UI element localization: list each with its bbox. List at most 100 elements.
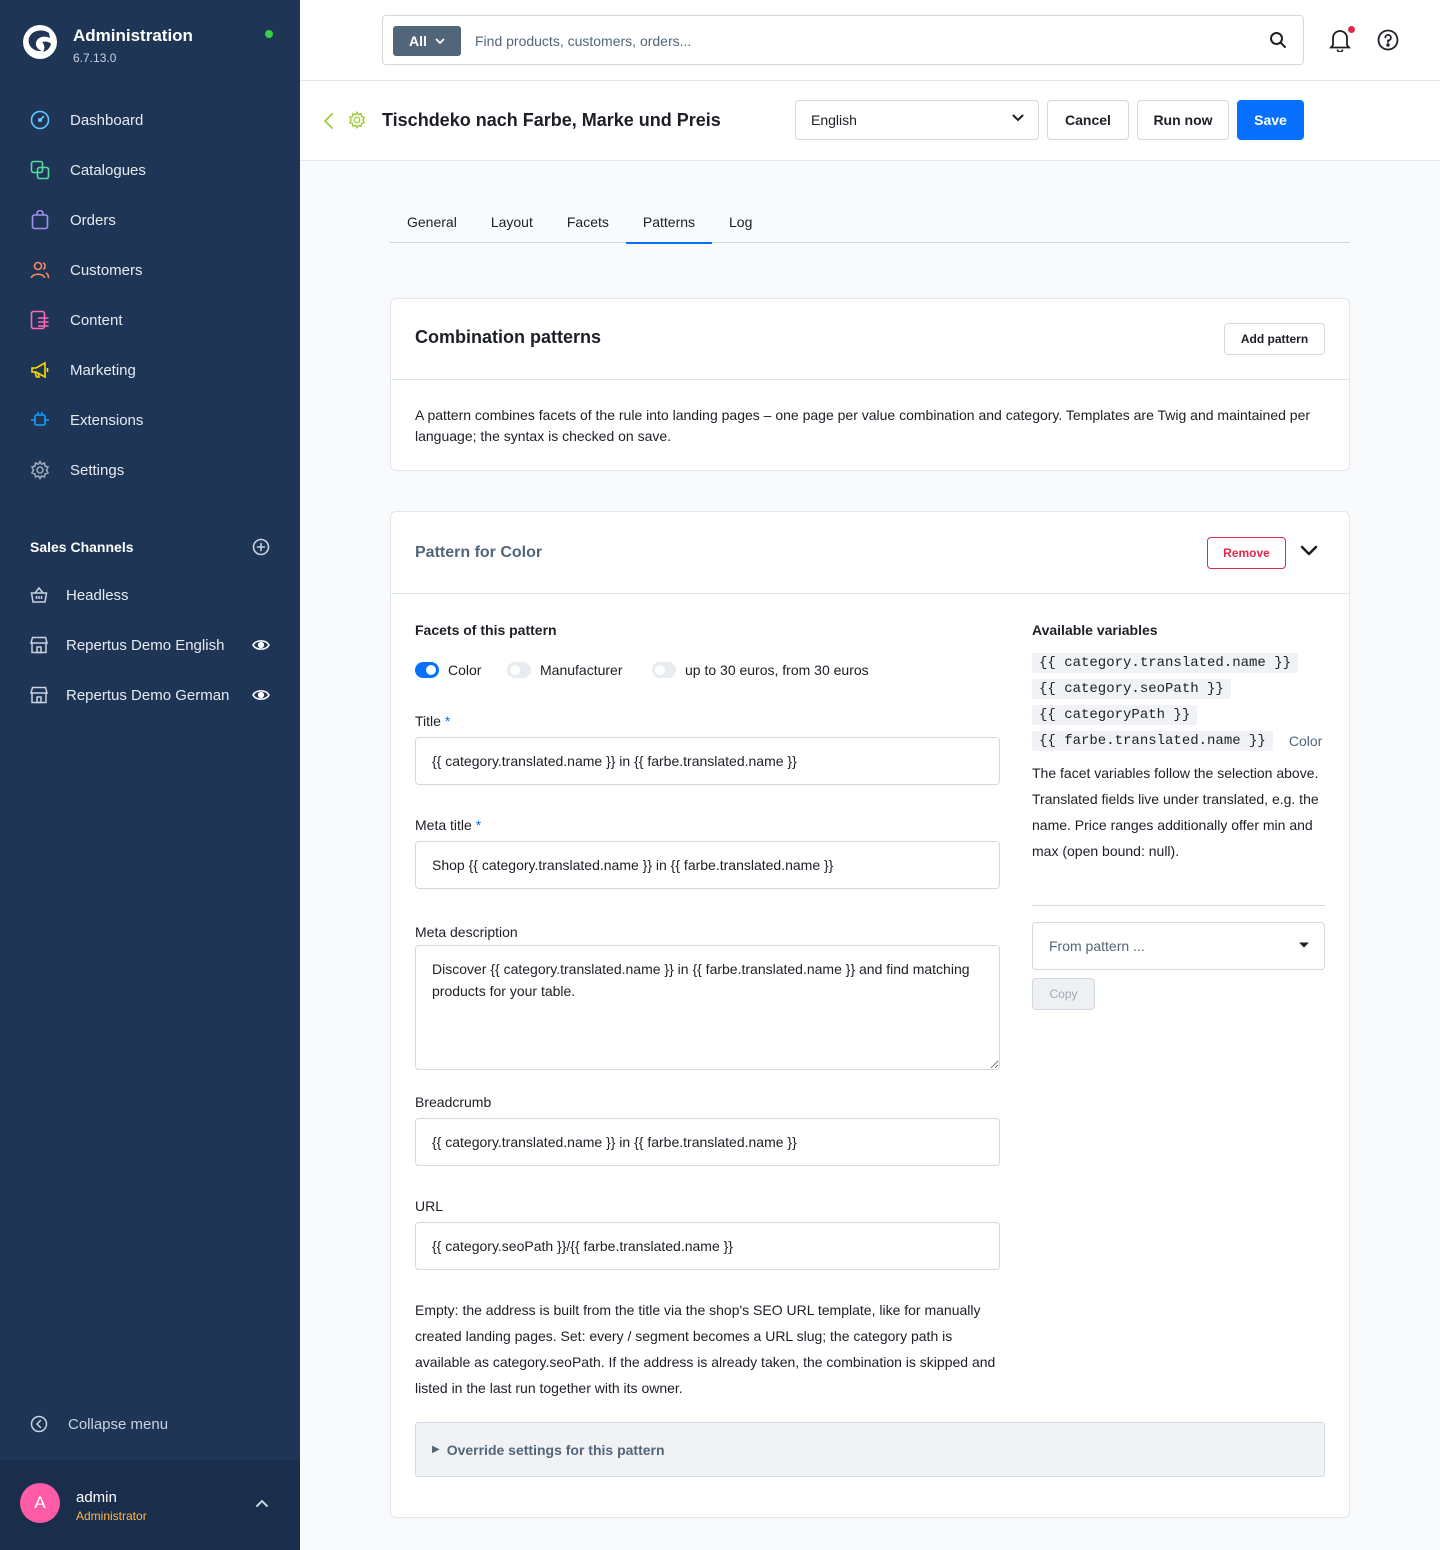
variable-note: Color	[1288, 733, 1323, 749]
sidebar-item-label: Orders	[70, 211, 116, 229]
language-value: English	[811, 112, 857, 128]
help-icon[interactable]	[1377, 29, 1399, 51]
main-nav: Dashboard Catalogues Orders Customers Co…	[0, 95, 300, 495]
toggle-switch[interactable]	[507, 662, 531, 678]
sales-channel-demo-german[interactable]: Repertus Demo German	[0, 670, 300, 720]
tab-bar: General Layout Facets Patterns Log	[390, 200, 1350, 244]
brand[interactable]: Administration 6.7.13.0	[22, 24, 193, 65]
page-header: Tischdeko nach Farbe, Marke und Preis En…	[300, 81, 1440, 161]
sidebar-item-settings[interactable]: Settings	[0, 445, 300, 495]
search-icon[interactable]	[1269, 31, 1287, 49]
run-now-button[interactable]: Run now	[1137, 100, 1229, 140]
remove-pattern-button[interactable]: Remove	[1207, 537, 1286, 569]
sidebar-item-label: Content	[70, 311, 123, 329]
gauge-icon	[30, 110, 50, 130]
title-input[interactable]	[415, 737, 1000, 785]
divider	[1032, 905, 1325, 906]
chevron-down-icon	[1299, 942, 1309, 948]
facet-toggle-manufacturer[interactable]: Manufacturer	[507, 662, 622, 678]
users-icon	[30, 260, 50, 280]
variables-list: {{ category.translated.name }} {{ catego…	[1032, 650, 1325, 864]
meta-description-label: Meta description	[415, 924, 518, 940]
tab-log[interactable]: Log	[712, 200, 769, 243]
sales-channel-demo-english[interactable]: Repertus Demo English	[0, 620, 300, 670]
toggle-switch[interactable]	[652, 662, 676, 678]
sidebar-item-dashboard[interactable]: Dashboard	[0, 95, 300, 145]
back-arrow-icon[interactable]	[322, 112, 334, 130]
cancel-button[interactable]: Cancel	[1047, 100, 1129, 140]
bell-icon[interactable]	[1329, 28, 1351, 52]
url-input[interactable]	[415, 1222, 1000, 1270]
override-settings-toggle[interactable]: ▶ Override settings for this pattern	[415, 1422, 1325, 1477]
app-title: Administration	[73, 26, 193, 45]
plug-icon	[30, 410, 50, 430]
tab-facets[interactable]: Facets	[550, 200, 626, 243]
sidebar-item-orders[interactable]: Orders	[0, 195, 300, 245]
language-select[interactable]: English	[795, 100, 1039, 140]
topbar: All	[300, 0, 1440, 81]
shopware-logo-icon	[23, 25, 57, 59]
card-description: A pattern combines facets of the rule in…	[415, 407, 1311, 444]
sidebar-item-catalogues[interactable]: Catalogues	[0, 145, 300, 195]
sidebar-item-extensions[interactable]: Extensions	[0, 395, 300, 445]
gear-icon	[30, 460, 50, 480]
url-help-text: Empty: the address is built from the tit…	[415, 1302, 996, 1396]
facets-label: Facets of this pattern	[415, 622, 557, 638]
content-icon	[30, 310, 50, 330]
variable-code[interactable]: {{ category.translated.name }}	[1032, 653, 1299, 673]
search-scope-dropdown[interactable]: All	[393, 26, 461, 56]
variable-item: {{ farbe.translated.name }} Color	[1032, 728, 1325, 754]
page-title: Tischdeko nach Farbe, Marke und Preis	[382, 110, 721, 130]
meta-title-label-text: Meta title	[415, 817, 472, 833]
search-input[interactable]	[475, 28, 1235, 54]
variable-code[interactable]: {{ categoryPath }}	[1032, 705, 1198, 725]
sales-channel-headless[interactable]: Headless	[0, 570, 300, 620]
sidebar-item-customers[interactable]: Customers	[0, 245, 300, 295]
sidebar-item-label: Marketing	[70, 361, 136, 379]
facet-toggle-color[interactable]: Color	[415, 662, 481, 678]
sales-channels-header: Sales Channels	[30, 538, 270, 556]
sidebar-item-label: Extensions	[70, 411, 144, 429]
tab-layout[interactable]: Layout	[474, 200, 550, 243]
megaphone-icon	[30, 360, 50, 380]
variables-label: Available variables	[1032, 622, 1158, 638]
tab-general[interactable]: General	[390, 200, 474, 243]
variable-code[interactable]: {{ category.seoPath }}	[1032, 679, 1231, 699]
chevron-up-icon[interactable]	[255, 1498, 269, 1508]
status-indicator	[265, 30, 273, 38]
save-button[interactable]: Save	[1237, 100, 1304, 140]
breadcrumb-input[interactable]	[415, 1118, 1000, 1166]
sidebar-item-content[interactable]: Content	[0, 295, 300, 345]
breadcrumb-label: Breadcrumb	[415, 1094, 492, 1110]
from-pattern-select[interactable]: From pattern ...	[1032, 922, 1325, 970]
user-menu[interactable]: A admin Administrator	[0, 1460, 300, 1550]
variables-description: The facet variables follow the selection…	[1032, 765, 1319, 859]
sidebar-item-label: Settings	[70, 461, 125, 479]
search-scope-label: All	[409, 33, 427, 49]
sidebar-item-marketing[interactable]: Marketing	[0, 345, 300, 395]
title-label-text: Title	[415, 713, 441, 729]
meta-title-input[interactable]	[415, 841, 1000, 889]
tab-patterns[interactable]: Patterns	[625, 200, 713, 244]
storefront-icon	[30, 686, 48, 704]
toggle-switch[interactable]	[415, 662, 439, 678]
collapse-menu-button[interactable]: Collapse menu	[30, 1415, 168, 1433]
sales-channel-list: Headless Repertus Demo English Repertus …	[0, 570, 300, 720]
add-pattern-button[interactable]: Add pattern	[1224, 323, 1325, 355]
meta-description-textarea[interactable]: Discover {{ category.translated.name }} …	[415, 945, 1000, 1070]
required-marker: *	[475, 817, 482, 833]
shopping-bag-icon	[30, 210, 50, 230]
global-search: All	[382, 15, 1304, 65]
card-header: Combination patterns Add pattern	[391, 299, 1349, 380]
sales-channel-label: Repertus Demo English	[66, 636, 225, 654]
variable-code[interactable]: {{ farbe.translated.name }}	[1032, 731, 1273, 751]
card-title: Combination patterns	[415, 327, 602, 347]
eye-icon[interactable]	[252, 637, 270, 653]
catalogue-icon	[30, 160, 50, 180]
eye-icon[interactable]	[252, 687, 270, 703]
add-circle-icon[interactable]	[252, 538, 270, 556]
chevron-down-icon[interactable]	[1300, 545, 1318, 557]
url-label: URL	[415, 1198, 444, 1214]
user-name: admin	[76, 1489, 117, 1506]
facet-toggle-price[interactable]: up to 30 euros, from 30 euros	[652, 662, 869, 678]
